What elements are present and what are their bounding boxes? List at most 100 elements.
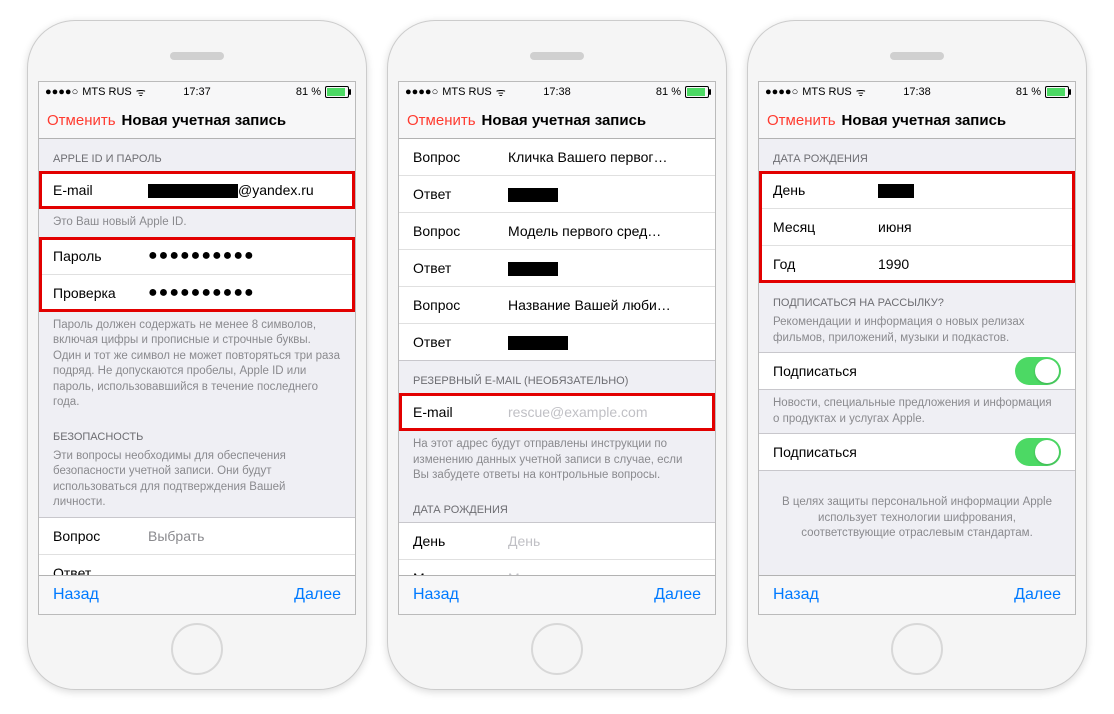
month-cell[interactable]: МесяцМесяц (399, 560, 715, 575)
a-label: Ответ (413, 334, 508, 350)
answer-cell[interactable]: Ответ (39, 555, 355, 575)
security-qa-group: Вопрос Выбрать Ответ (39, 517, 355, 575)
password-value: ●●●●●●●●●● (148, 248, 341, 264)
time: 17:38 (543, 86, 571, 98)
toolbar: Назад Далее (759, 575, 1075, 614)
day-redacted (878, 184, 914, 198)
sub-footer-2: Новости, специальные предложения и инфор… (759, 390, 1075, 433)
section-subscribe: ПОДПИСАТЬСЯ НА РАССЫЛКУ? (759, 283, 1075, 315)
section-dob: ДАТА РОЖДЕНИЯ (399, 490, 715, 522)
answer-label: Ответ (53, 565, 148, 575)
question-cell[interactable]: Вопрос Выбрать (39, 518, 355, 555)
a2-redacted (508, 262, 558, 276)
dob-group: День Месяциюня Год1990 (759, 171, 1075, 283)
nav-bar: Отменить Новая учетная запись (759, 102, 1075, 139)
a-label: Ответ (413, 260, 508, 276)
q-label: Вопрос (413, 223, 508, 239)
question-label: Вопрос (53, 528, 148, 544)
rescue-placeholder: rescue@example.com (508, 404, 701, 420)
q1-value: Кличка Вашего первог… (508, 149, 701, 165)
dob-group: ДеньДень МесяцМесяц (399, 522, 715, 575)
nav-bar: Отменить Новая учетная запись (399, 102, 715, 139)
a1-value (508, 186, 701, 202)
toolbar: Назад Далее (399, 575, 715, 614)
carrier: MTS RUS (442, 86, 492, 98)
screen-1: ●●●●○MTS RUSᯤ 17:37 81 % Отменить Новая … (38, 81, 356, 615)
home-button[interactable] (531, 623, 583, 675)
sub-footer-1: Рекомендации и информация о новых релиза… (759, 315, 1075, 352)
time: 17:38 (903, 86, 931, 98)
home-button[interactable] (171, 623, 223, 675)
a2-cell[interactable]: Ответ (399, 250, 715, 287)
a3-redacted (508, 336, 568, 350)
a3-cell[interactable]: Ответ (399, 324, 715, 360)
subscribe-toggle-1[interactable] (1015, 357, 1061, 385)
phone-2: ●●●●○MTS RUSᯤ 17:38 81 % Отменить Новая … (387, 20, 727, 690)
privacy-footer: В целях защиты персональной информации A… (759, 471, 1075, 548)
subscribe-cell-2: Подписаться (759, 434, 1075, 470)
day-cell[interactable]: День (759, 172, 1075, 209)
a3-value (508, 334, 701, 350)
content-1: APPLE ID И ПАРОЛЬ E-mail @yandex.ru Это … (39, 139, 355, 575)
verify-label: Проверка (53, 285, 148, 301)
subscribe-toggle-2[interactable] (1015, 438, 1061, 466)
nav-title: Новая учетная запись (116, 112, 347, 129)
cancel-button[interactable]: Отменить (767, 112, 836, 129)
email-cell[interactable]: E-mail @yandex.ru (39, 172, 355, 208)
battery-pct: 81 % (296, 86, 321, 98)
rescue-group: E-mail rescue@example.com (399, 393, 715, 431)
battery-pct: 81 % (656, 86, 681, 98)
battery-icon (685, 86, 709, 98)
back-button[interactable]: Назад (413, 586, 459, 604)
a1-cell[interactable]: Ответ (399, 176, 715, 213)
rescue-cell[interactable]: E-mail rescue@example.com (399, 394, 715, 430)
phone-notch (38, 31, 356, 81)
q1-cell[interactable]: ВопросКличка Вашего первог… (399, 139, 715, 176)
nav-title: Новая учетная запись (476, 112, 707, 129)
month-label: Месяц (773, 219, 878, 235)
screen-3: ●●●●○MTS RUSᯤ 17:38 81 % Отменить Новая … (758, 81, 1076, 615)
next-button[interactable]: Далее (1014, 586, 1061, 604)
status-bar: ●●●●○MTS RUSᯤ 17:37 81 % (39, 82, 355, 102)
subscribe-label: Подписаться (773, 444, 857, 460)
q-label: Вопрос (413, 149, 508, 165)
nav-title: Новая учетная запись (836, 112, 1067, 129)
cancel-button[interactable]: Отменить (47, 112, 116, 129)
rescue-footer: На этот адрес будут отправлены инструкци… (399, 431, 715, 490)
q-label: Вопрос (413, 297, 508, 313)
content-3: ДАТА РОЖДЕНИЯ День Месяциюня Год1990 ПОД… (759, 139, 1075, 575)
day-label: День (413, 533, 508, 549)
year-label: Год (773, 256, 878, 272)
battery-icon (1045, 86, 1069, 98)
q2-value: Модель первого сред… (508, 223, 701, 239)
back-button[interactable]: Назад (53, 586, 99, 604)
subscribe-cell-1: Подписаться (759, 353, 1075, 389)
day-placeholder: День (508, 533, 701, 549)
security-footer: Эти вопросы необходимы для обеспечения б… (39, 449, 355, 517)
verify-cell[interactable]: Проверка ●●●●●●●●●● (39, 275, 355, 311)
home-button[interactable] (891, 623, 943, 675)
phone-notch (398, 31, 716, 81)
a1-redacted (508, 188, 558, 202)
screen-2: ●●●●○MTS RUSᯤ 17:38 81 % Отменить Новая … (398, 81, 716, 615)
next-button[interactable]: Далее (294, 586, 341, 604)
content-2: ВопросКличка Вашего первог… Ответ Вопрос… (399, 139, 715, 575)
subscribe-group-2: Подписаться (759, 433, 1075, 471)
password-cell[interactable]: Пароль ●●●●●●●●●● (39, 238, 355, 275)
q3-value: Название Вашей люби… (508, 297, 701, 313)
q3-cell[interactable]: ВопросНазвание Вашей люби… (399, 287, 715, 324)
month-cell[interactable]: Месяциюня (759, 209, 1075, 246)
wifi-icon: ᯤ (496, 85, 506, 100)
cancel-button[interactable]: Отменить (407, 112, 476, 129)
day-cell[interactable]: ДеньДень (399, 523, 715, 560)
year-cell[interactable]: Год1990 (759, 246, 1075, 282)
next-button[interactable]: Далее (654, 586, 701, 604)
wifi-icon: ᯤ (136, 85, 146, 100)
year-value: 1990 (878, 256, 1061, 272)
question-value: Выбрать (148, 528, 341, 544)
q2-cell[interactable]: ВопросМодель первого сред… (399, 213, 715, 250)
month-value: июня (878, 219, 1061, 235)
back-button[interactable]: Назад (773, 586, 819, 604)
phone-1: ●●●●○MTS RUSᯤ 17:37 81 % Отменить Новая … (27, 20, 367, 690)
a2-value (508, 260, 701, 276)
